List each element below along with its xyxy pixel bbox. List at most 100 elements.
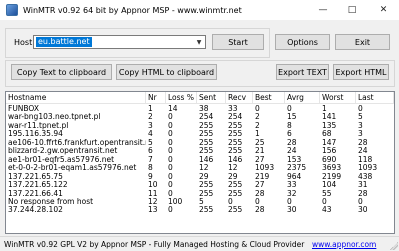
copy-text-button[interactable]: Copy Text to clipboard [11, 64, 112, 80]
exit-button[interactable]: Exit [335, 34, 390, 50]
cell-recv: 255 [228, 138, 243, 147]
cell-best: 0 [255, 105, 260, 113]
table-row[interactable]: ae106-10.ffrt6.frankfurt.opentransit.net… [6, 139, 394, 147]
cell-best: 25 [255, 138, 265, 147]
export-text-button[interactable]: Export TEXT [276, 64, 329, 80]
cell-recv: 255 [228, 147, 243, 156]
cell-sent: 12 [199, 164, 209, 173]
maximize-button[interactable]: □ [338, 0, 366, 20]
column-header-hostname[interactable]: Hostname [6, 92, 146, 104]
cell-avrg: 2375 [287, 164, 307, 173]
table-row[interactable]: blizzard-2.gw.opentransit.net 6 0 255 255 21 2… [6, 147, 394, 155]
table-row[interactable]: FUNBOX 1 14 38 33 0 0 1 0 [6, 105, 394, 113]
cell-nr: 7 [148, 155, 153, 164]
column-header-recv[interactable]: Recv [226, 92, 253, 104]
table-row[interactable]: 137.221.65.122 10 0 255 255 27 33 104 31 [6, 181, 394, 189]
column-header-worst[interactable]: Worst [320, 92, 356, 104]
cell-worst: 141 [322, 113, 337, 122]
host-input[interactable]: eu.battle.net [36, 37, 92, 47]
table-row[interactable]: 137.221.66.41 11 0 255 255 28 32 55 28 [6, 190, 394, 198]
cell-last: 0 [358, 197, 363, 206]
cell-hostname: 137.221.65.122 [8, 181, 68, 190]
cell-loss: 0 [168, 172, 173, 181]
column-header-nr[interactable]: Nr [146, 92, 166, 104]
cell-recv: 12 [228, 164, 238, 173]
table-row[interactable]: ae1-br01-eqfr5.as57976.net 7 0 146 146 27 153 6… [6, 156, 394, 164]
cell-loss: 0 [168, 121, 173, 130]
cell-loss: 0 [168, 164, 173, 173]
table-row[interactable]: et-0-0-2-br01-eqam1.as57976.net 8 0 12 12 109… [6, 164, 394, 172]
cell-loss: 14 [168, 105, 178, 113]
cell-nr: 13 [148, 206, 158, 215]
cell-hostname: blizzard-2.gw.opentransit.net [8, 147, 118, 156]
cell-last: 118 [358, 155, 373, 164]
maximize-icon: □ [347, 5, 357, 15]
cell-worst: 68 [322, 130, 332, 139]
minimize-icon: — [318, 5, 328, 15]
host-combobox[interactable]: eu.battle.net ▼ [33, 35, 206, 49]
cell-avrg: 153 [287, 155, 302, 164]
cell-best: 27 [255, 155, 265, 164]
window-title: WinMTR v0.92 64 bit by Appnor MSP - www.… [23, 5, 242, 15]
table-row[interactable]: No response from host 12 100 5 0 0 0 0 0 [6, 198, 394, 206]
cell-nr: 3 [148, 121, 153, 130]
cell-avrg: 0 [287, 197, 292, 206]
cell-avrg: 964 [287, 172, 302, 181]
cell-best: 21 [255, 147, 265, 156]
cell-recv: 255 [228, 206, 243, 215]
cell-best: 27 [255, 181, 265, 190]
cell-avrg: 8 [287, 121, 292, 130]
cell-loss: 0 [168, 113, 173, 122]
cell-last: 3 [358, 130, 363, 139]
cell-nr: 10 [148, 181, 158, 190]
export-html-button[interactable]: Export HTML [333, 64, 389, 80]
cell-avrg: 30 [287, 206, 297, 215]
table-row[interactable]: war-bng103.neo.tpnet.pl 2 0 254 254 2 15 141 5 [6, 113, 394, 121]
cell-hostname: war-r11.tpnet.pl [8, 121, 69, 130]
cell-sent: 254 [199, 113, 214, 122]
cell-loss: 0 [168, 206, 173, 215]
cell-avrg: 33 [287, 181, 297, 190]
cell-nr: 12 [148, 197, 158, 206]
cell-worst: 55 [322, 189, 332, 198]
cell-best: 2 [255, 121, 260, 130]
table-row[interactable]: 137.221.65.75 9 0 29 29 219 964 2199 438 [6, 173, 394, 181]
start-button[interactable]: Start [212, 34, 264, 50]
cell-avrg: 32 [287, 189, 297, 198]
column-header-avrg[interactable]: Avrg [285, 92, 320, 104]
cell-worst: 43 [322, 206, 332, 215]
column-header-last[interactable]: Last [356, 92, 394, 104]
cell-worst: 135 [322, 121, 337, 130]
column-header-loss[interactable]: Loss % [166, 92, 197, 104]
column-header-best[interactable]: Best [253, 92, 285, 104]
copy-html-button[interactable]: Copy HTML to clipboard [116, 64, 217, 80]
cell-hostname: No response from host [8, 197, 94, 206]
cell-best: 1 [255, 130, 260, 139]
cell-sent: 5 [199, 197, 204, 206]
cell-worst: 104 [322, 181, 337, 190]
results-table[interactable]: Hostname Nr Loss % Sent Recv Best Avrg Worst Las… [5, 91, 395, 234]
cell-last: 31 [358, 181, 368, 190]
cell-best: 28 [255, 189, 265, 198]
options-button[interactable]: Options [275, 34, 330, 50]
cell-recv: 255 [228, 189, 243, 198]
cell-worst: 1 [322, 105, 327, 113]
table-header: Hostname Nr Loss % Sent Recv Best Avrg Worst Las… [6, 92, 394, 104]
cell-sent: 255 [199, 121, 214, 130]
cell-nr: 6 [148, 147, 153, 156]
status-text: WinMTR v0.92 GPL V2 by Appnor MSP - Full… [4, 240, 305, 249]
resize-grip-icon[interactable] [390, 242, 398, 250]
cell-hostname: et-0-0-2-br01-eqam1.as57976.net [8, 164, 137, 173]
close-button[interactable]: ✕ [368, 0, 399, 20]
table-row[interactable]: war-r11.tpnet.pl 3 0 255 255 2 8 135 3 [6, 122, 394, 130]
cell-loss: 0 [168, 155, 173, 164]
table-row[interactable]: 37.244.28.102 13 0 255 255 28 30 43 30 [6, 206, 394, 214]
minimize-button[interactable]: — [309, 0, 337, 20]
cell-worst: 156 [322, 147, 337, 156]
appnor-link[interactable]: www.appnor.com [312, 240, 376, 249]
cell-loss: 0 [168, 189, 173, 198]
chevron-down-icon[interactable]: ▼ [193, 36, 205, 48]
table-row[interactable]: 195.116.35.94 4 0 255 255 1 6 68 3 [6, 130, 394, 138]
cell-sent: 255 [199, 138, 214, 147]
column-header-sent[interactable]: Sent [197, 92, 226, 104]
